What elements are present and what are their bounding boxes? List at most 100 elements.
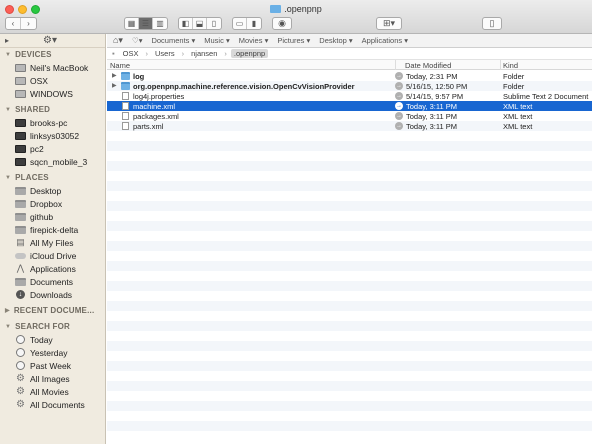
column-divider[interactable] (500, 60, 501, 70)
computer-icon (15, 157, 26, 166)
sidebar-item[interactable]: firepick-delta (0, 223, 105, 236)
favorites-item[interactable]: Music ▾ (204, 36, 229, 45)
reveal-arrow-icon[interactable]: → (395, 92, 403, 100)
favorites-item[interactable]: Desktop ▾ (319, 36, 352, 45)
sidebar-item-label: All My Files (30, 237, 74, 248)
icon-view-button[interactable]: ▦ (125, 18, 139, 29)
arrange-button[interactable]: ⊞▾ (376, 17, 402, 30)
breadcrumb-item[interactable]: Users (152, 49, 178, 58)
sidebar-item-label: Past Week (30, 360, 71, 371)
sidebar-item[interactable]: pc2 (0, 142, 105, 155)
sidebar-item[interactable]: Desktop (0, 184, 105, 197)
back-forward-control: ‹ › (5, 17, 37, 30)
sidebar-item-label: github (30, 211, 54, 222)
breadcrumb-item[interactable]: .openpnp (230, 49, 269, 58)
sidebar-item[interactable]: brooks-pc (0, 116, 105, 129)
table-row[interactable]: ▶ org.openpnp.machine.reference.vision.Op… (107, 81, 592, 91)
reveal-arrow-icon[interactable]: → (395, 72, 403, 80)
favorites-item-label: Music (204, 36, 224, 45)
sidebar-section-header[interactable]: ▼ SEARCH FOR (0, 320, 105, 333)
disclosure-triangle-icon[interactable]: ▶ (112, 72, 117, 79)
sidebar: ▸ ⚙▾ ▼ DEVICES Neil's MacBook OSX WINDOWS ▼ SH… (0, 34, 106, 444)
sidebar-item-label: All Movies (30, 386, 69, 397)
sidebar-section-title: SHARED (15, 105, 51, 114)
sidebar-item-label: Dropbox (30, 198, 63, 209)
sidebar-item[interactable]: Neil's MacBook (0, 61, 105, 74)
drive-icon (15, 89, 26, 98)
preview-toggle-button[interactable]: ⬓ (193, 18, 207, 29)
grid-icon: ▦ (127, 19, 136, 28)
sidebar-item[interactable]: ⚙ All Documents (0, 398, 105, 411)
share-button[interactable]: ▯ (482, 17, 502, 30)
breadcrumb-item[interactable]: njansen (188, 49, 220, 58)
favorites-item[interactable]: Applications ▾ (362, 36, 408, 45)
pathbar-toggle-button[interactable]: ▯ (207, 18, 221, 29)
empty-row (107, 381, 592, 391)
table-row[interactable]: parts.xml → Today, 3:11 PM XML text (107, 121, 592, 131)
heart-icon[interactable]: ♡▾ (132, 36, 143, 45)
column-header-name[interactable]: Name (110, 61, 130, 70)
sidebar-item[interactable]: ↓ Downloads (0, 288, 105, 301)
gear-icon: ⚙ (16, 373, 25, 384)
sidebar-item[interactable]: ⚙ All Images (0, 372, 105, 385)
laptop-icon (15, 63, 26, 72)
reveal-arrow-icon[interactable]: → (395, 102, 403, 110)
sidebar-section-header[interactable]: ▼ DEVICES (0, 48, 105, 61)
reveal-arrow-icon[interactable]: → (395, 82, 403, 90)
table-row[interactable]: log4j.properties → 5/14/15, 9:57 PM Sublime… (107, 91, 592, 101)
sidebar-item[interactable]: linksys03052 (0, 129, 105, 142)
favorites-item[interactable]: Movies ▾ (239, 36, 269, 45)
sidebar-item[interactable]: ⋀ Applications (0, 262, 105, 275)
sidebar-item[interactable]: Yesterday (0, 346, 105, 359)
forward-button[interactable]: › (21, 18, 36, 29)
table-row[interactable]: packages.xml → Today, 3:11 PM XML text (107, 111, 592, 121)
all-files-icon: ▤ (16, 237, 25, 247)
sidebar-section-header[interactable]: ▼ PLACES (0, 171, 105, 184)
column-divider[interactable] (395, 60, 396, 70)
sidebar-item[interactable]: sqcn_mobile_3 (0, 155, 105, 168)
sidebar-item[interactable]: ▤ All My Files (0, 236, 105, 249)
triangle-right-icon[interactable]: ▸ (5, 36, 9, 45)
column-header-date[interactable]: Date Modified (405, 61, 451, 70)
sidebar-item[interactable]: github (0, 210, 105, 223)
favorites-item-label: Documents (151, 36, 190, 45)
sidebar-item[interactable]: Dropbox (0, 197, 105, 210)
home-icon[interactable]: ⌂▾ (113, 35, 123, 46)
sidebar-section-header[interactable]: ▼ SHARED (0, 103, 105, 116)
sidebar-item[interactable]: Past Week (0, 359, 105, 372)
sidebar-item[interactable]: OSX (0, 74, 105, 87)
reveal-arrow-icon[interactable]: → (395, 122, 403, 130)
empty-row (107, 391, 592, 401)
empty-row (107, 221, 592, 231)
file-kind: Folder (503, 82, 525, 91)
quick-look-button[interactable]: ◉ (272, 17, 292, 30)
window-title: .openpnp (0, 4, 592, 14)
list-view-button[interactable]: ☰ (139, 18, 153, 29)
back-button[interactable]: ‹ (6, 18, 22, 29)
empty-row (107, 141, 592, 151)
column-header-kind[interactable]: Kind (503, 61, 518, 70)
sidebar-item[interactable]: iCloud Drive (0, 249, 105, 262)
coverflow-button[interactable]: ▭ (233, 18, 247, 29)
table-row[interactable]: machine.xml → Today, 3:11 PM XML text (107, 101, 592, 111)
sidebar-item[interactable]: Documents (0, 275, 105, 288)
sidebar-toggle-button[interactable]: ◧ (179, 18, 193, 29)
sidebar-item[interactable]: ⚙ All Movies (0, 385, 105, 398)
sidebar-item-label: iCloud Drive (30, 250, 77, 261)
empty-row (107, 261, 592, 271)
table-row[interactable]: ▶ log → Today, 2:31 PM Folder (107, 71, 592, 81)
triangle-down-icon: ▼ (5, 106, 12, 113)
favorites-item[interactable]: Documents ▾ (151, 36, 195, 45)
disclosure-triangle-icon[interactable]: ▶ (112, 82, 117, 89)
sidebar-item[interactable]: Today (0, 333, 105, 346)
file-list: ▶ log → Today, 2:31 PM Folder ▶ org.openpnp.ma… (107, 71, 592, 444)
column-view-button[interactable]: ▥ (153, 18, 167, 29)
split-button[interactable]: ▮ (247, 18, 261, 29)
sidebar-section-header[interactable]: ▶ RECENT DOCUME... (0, 304, 105, 317)
sidebar-item-label: Desktop (30, 185, 62, 196)
favorites-item[interactable]: Pictures ▾ (277, 36, 310, 45)
breadcrumb-item[interactable]: OSX (120, 49, 142, 58)
action-gear-icon[interactable]: ⚙▾ (43, 35, 57, 46)
reveal-arrow-icon[interactable]: → (395, 112, 403, 120)
sidebar-item[interactable]: WINDOWS (0, 87, 105, 100)
